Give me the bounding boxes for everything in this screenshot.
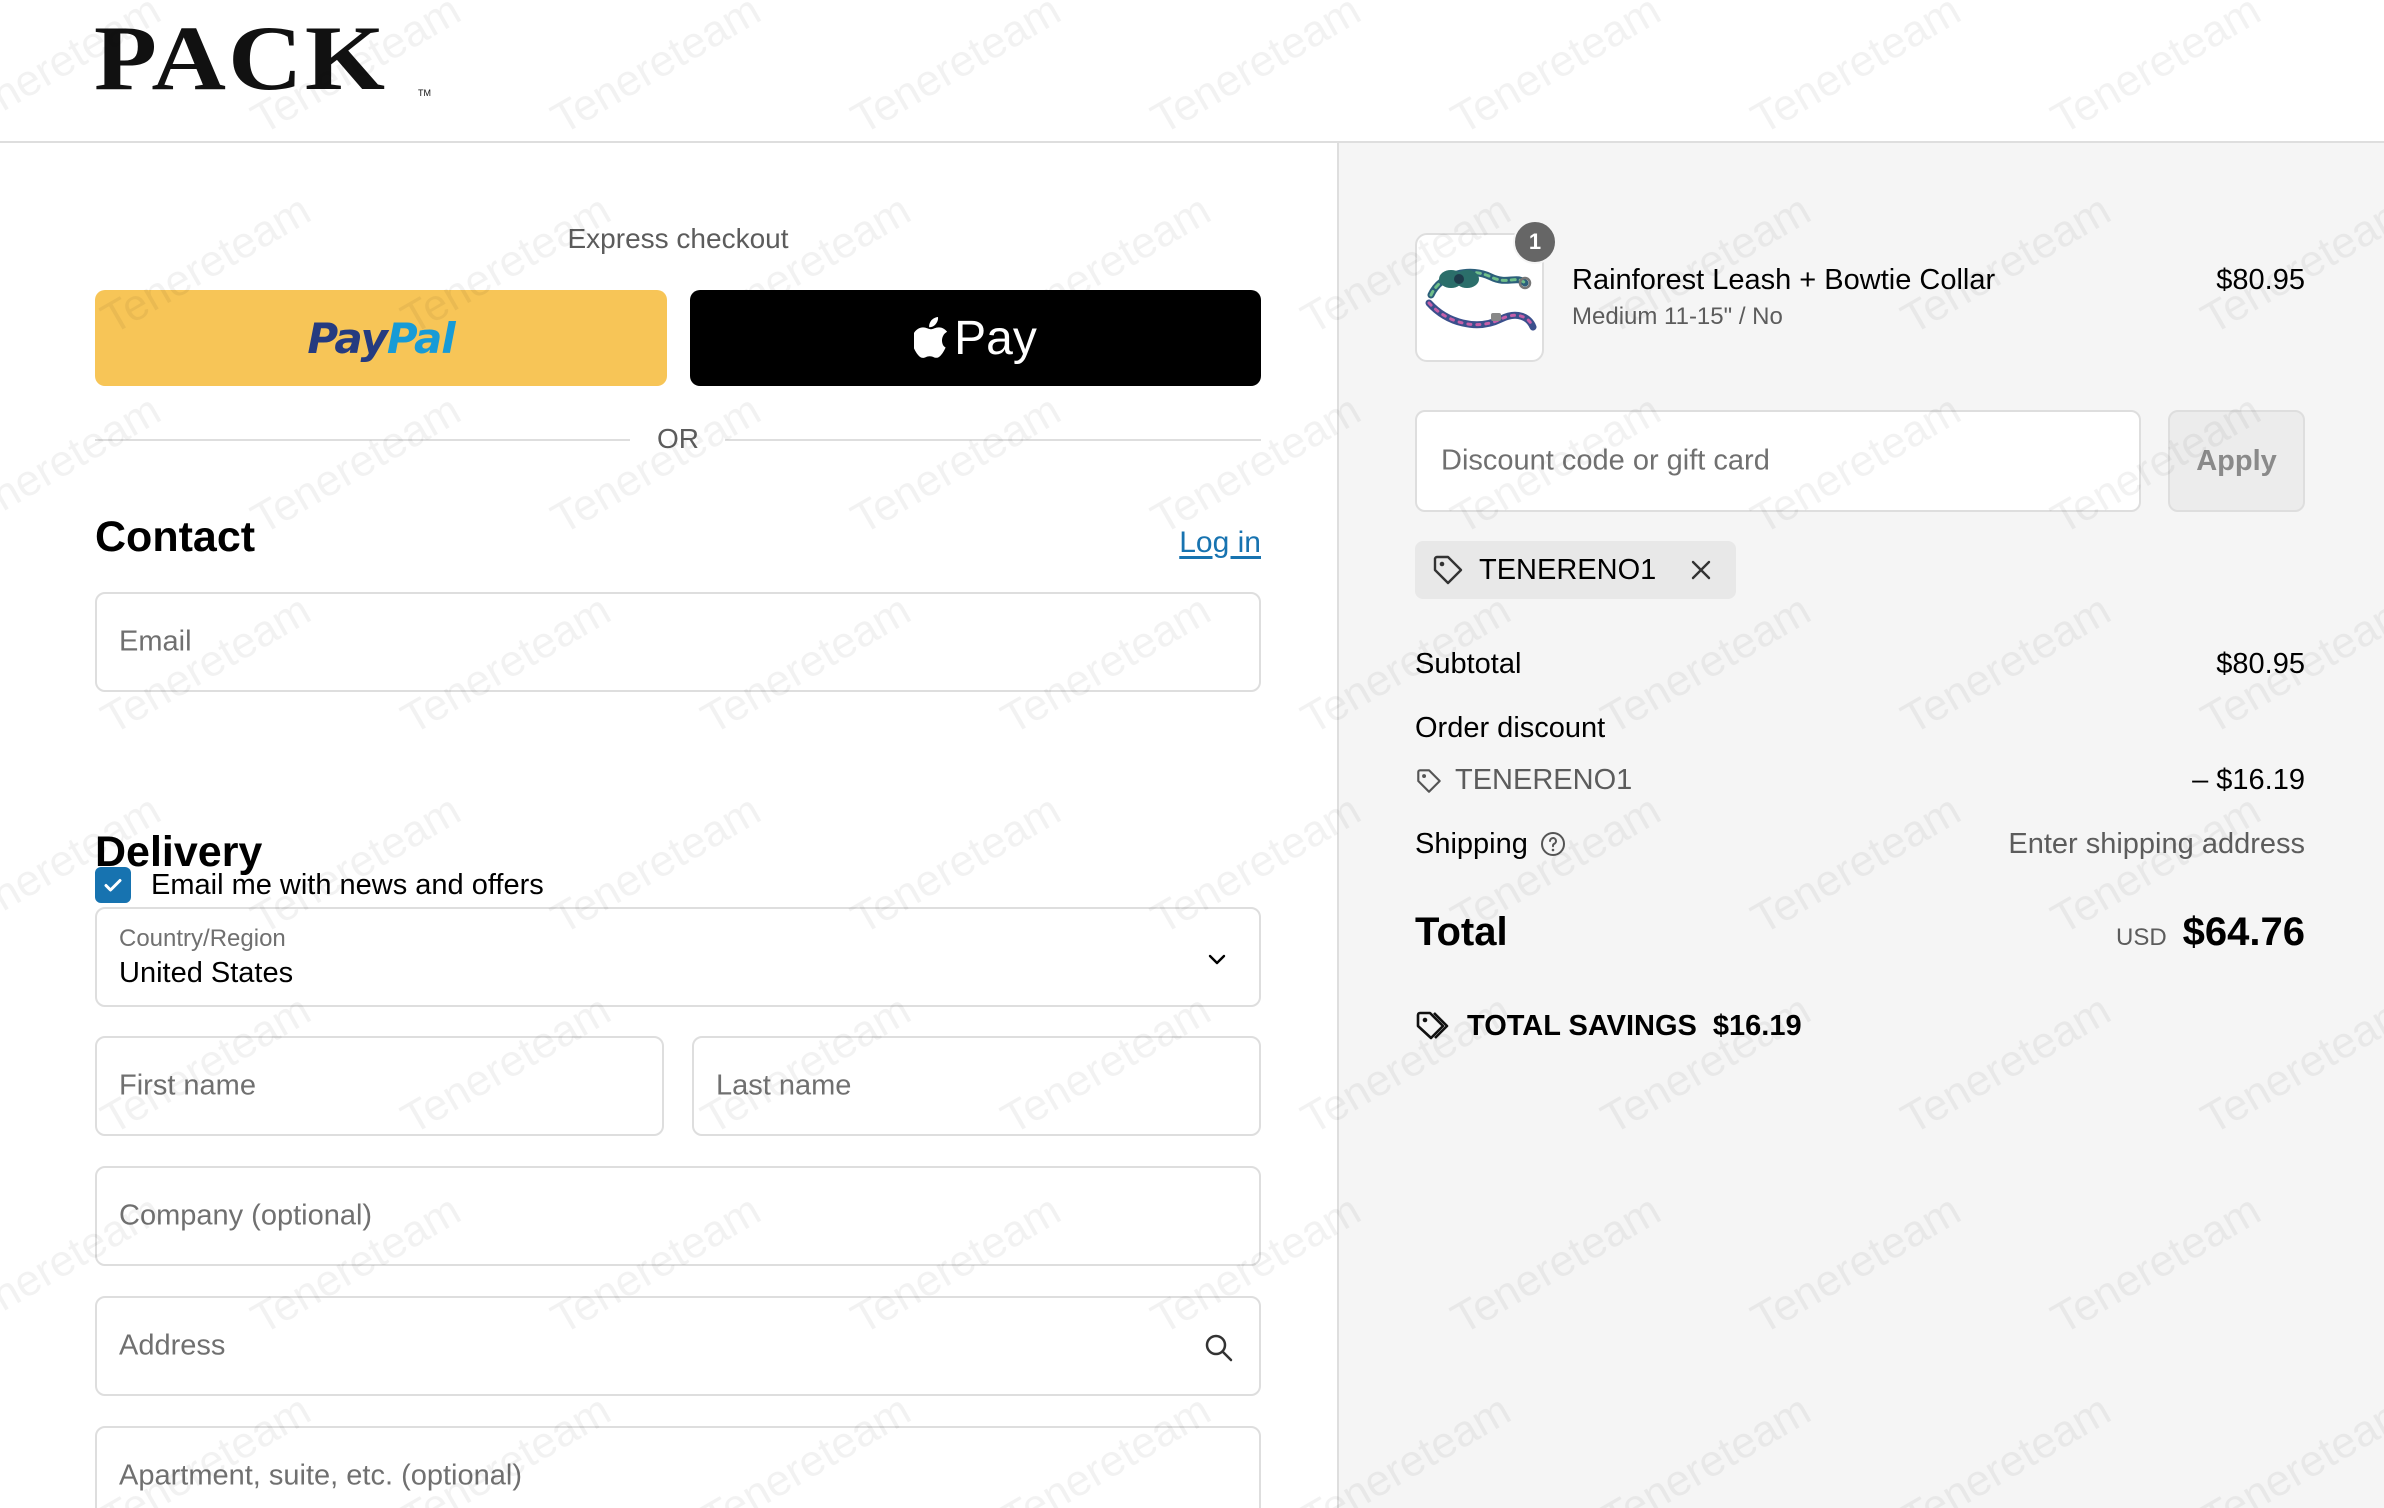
shipping-value: Enter shipping address <box>2008 828 2305 860</box>
email-field[interactable]: Email <box>95 592 1261 692</box>
applied-discount-chip: TENERENO1 <box>1415 541 1737 599</box>
chevron-down-icon <box>1208 954 1226 965</box>
shipping-label: Shipping <box>1415 828 1528 860</box>
paypal-logo: PayPal <box>307 313 455 363</box>
apartment-field[interactable]: Apartment, suite, etc. (optional) <box>95 1426 1261 1508</box>
apple-pay-label: Pay <box>954 311 1037 365</box>
applied-discount-code: TENERENO1 <box>1479 553 1657 586</box>
order-discount-code-row: TENERENO1 <box>1415 764 1632 797</box>
apple-pay-button[interactable]: Pay <box>690 290 1261 386</box>
country-value: United States <box>119 957 294 989</box>
delivery-title: Delivery <box>95 828 263 876</box>
watermark-text: Tenereteam <box>243 385 469 544</box>
order-discount-value: – $16.19 <box>2192 764 2305 796</box>
tags-icon <box>1416 1011 1449 1040</box>
total-amount: $64.76 <box>2182 910 2305 954</box>
login-link[interactable]: Log in <box>1179 526 1261 560</box>
order-discount-label: Order discount <box>1415 712 1606 744</box>
apartment-placeholder: Apartment, suite, etc. (optional) <box>119 1459 522 1492</box>
total-savings-value: $16.19 <box>1712 1009 1802 1042</box>
contact-title: Contact <box>95 513 256 561</box>
product-variant: Medium 11-15" / No <box>1572 303 1783 330</box>
discount-code-input[interactable]: Discount code or gift card <box>1415 410 2141 512</box>
watermark-text: Tenereteam <box>543 385 769 544</box>
discount-placeholder: Discount code or gift card <box>1441 444 1770 477</box>
or-divider: OR <box>95 423 1261 455</box>
or-text: OR <box>657 423 699 454</box>
product-name: Rainforest Leash + Bowtie Collar <box>1572 264 1996 296</box>
order-discount-code: TENERENO1 <box>1455 764 1633 796</box>
apply-discount-button[interactable]: Apply <box>2168 410 2305 512</box>
total-value-group: USD $64.76 <box>2116 910 2305 955</box>
subtotal-label: Subtotal <box>1415 648 1522 680</box>
product-price: $80.95 <box>2216 264 2305 296</box>
total-currency: USD <box>2115 924 2167 951</box>
address-field[interactable]: Address <box>95 1296 1261 1396</box>
country-select[interactable]: Country/Region United States <box>95 907 1261 1007</box>
tag-icon <box>1433 555 1463 585</box>
pack-logo[interactable]: PACK <box>94 12 387 104</box>
company-placeholder: Company (optional) <box>119 1199 373 1232</box>
paypal-button[interactable]: PayPal <box>95 290 667 386</box>
search-icon <box>1205 1334 1233 1362</box>
country-label: Country/Region <box>119 925 286 952</box>
total-label: Total <box>1415 910 1508 954</box>
company-field[interactable]: Company (optional) <box>95 1166 1261 1266</box>
total-savings-label: TOTAL SAVINGS <box>1467 1009 1697 1042</box>
total-savings-row: TOTAL SAVINGS $16.19 <box>1415 1008 1802 1044</box>
leash-collar-image <box>1425 268 1537 331</box>
logo-trademark: TM <box>418 88 431 98</box>
help-circle-icon[interactable] <box>1540 831 1566 857</box>
email-placeholder: Email <box>119 625 192 658</box>
last-name-placeholder: Last name <box>716 1069 852 1102</box>
shipping-row-label: Shipping <box>1415 828 1566 861</box>
quantity-badge: 1 <box>1513 220 1557 264</box>
express-checkout-title: Express checkout <box>567 223 789 254</box>
remove-discount-icon[interactable] <box>1688 557 1714 583</box>
last-name-field[interactable]: Last name <box>692 1036 1261 1136</box>
first-name-field[interactable]: First name <box>95 1036 664 1136</box>
subtotal-value: $80.95 <box>2216 648 2305 680</box>
first-name-placeholder: First name <box>119 1069 256 1102</box>
watermark-text: Tenereteam <box>1143 385 1369 544</box>
apple-icon <box>914 317 948 358</box>
address-placeholder: Address <box>119 1329 226 1362</box>
watermark-text: Tenereteam <box>843 385 1069 544</box>
site-header: PACK TM <box>0 0 2384 143</box>
tag-icon <box>1417 768 1441 793</box>
